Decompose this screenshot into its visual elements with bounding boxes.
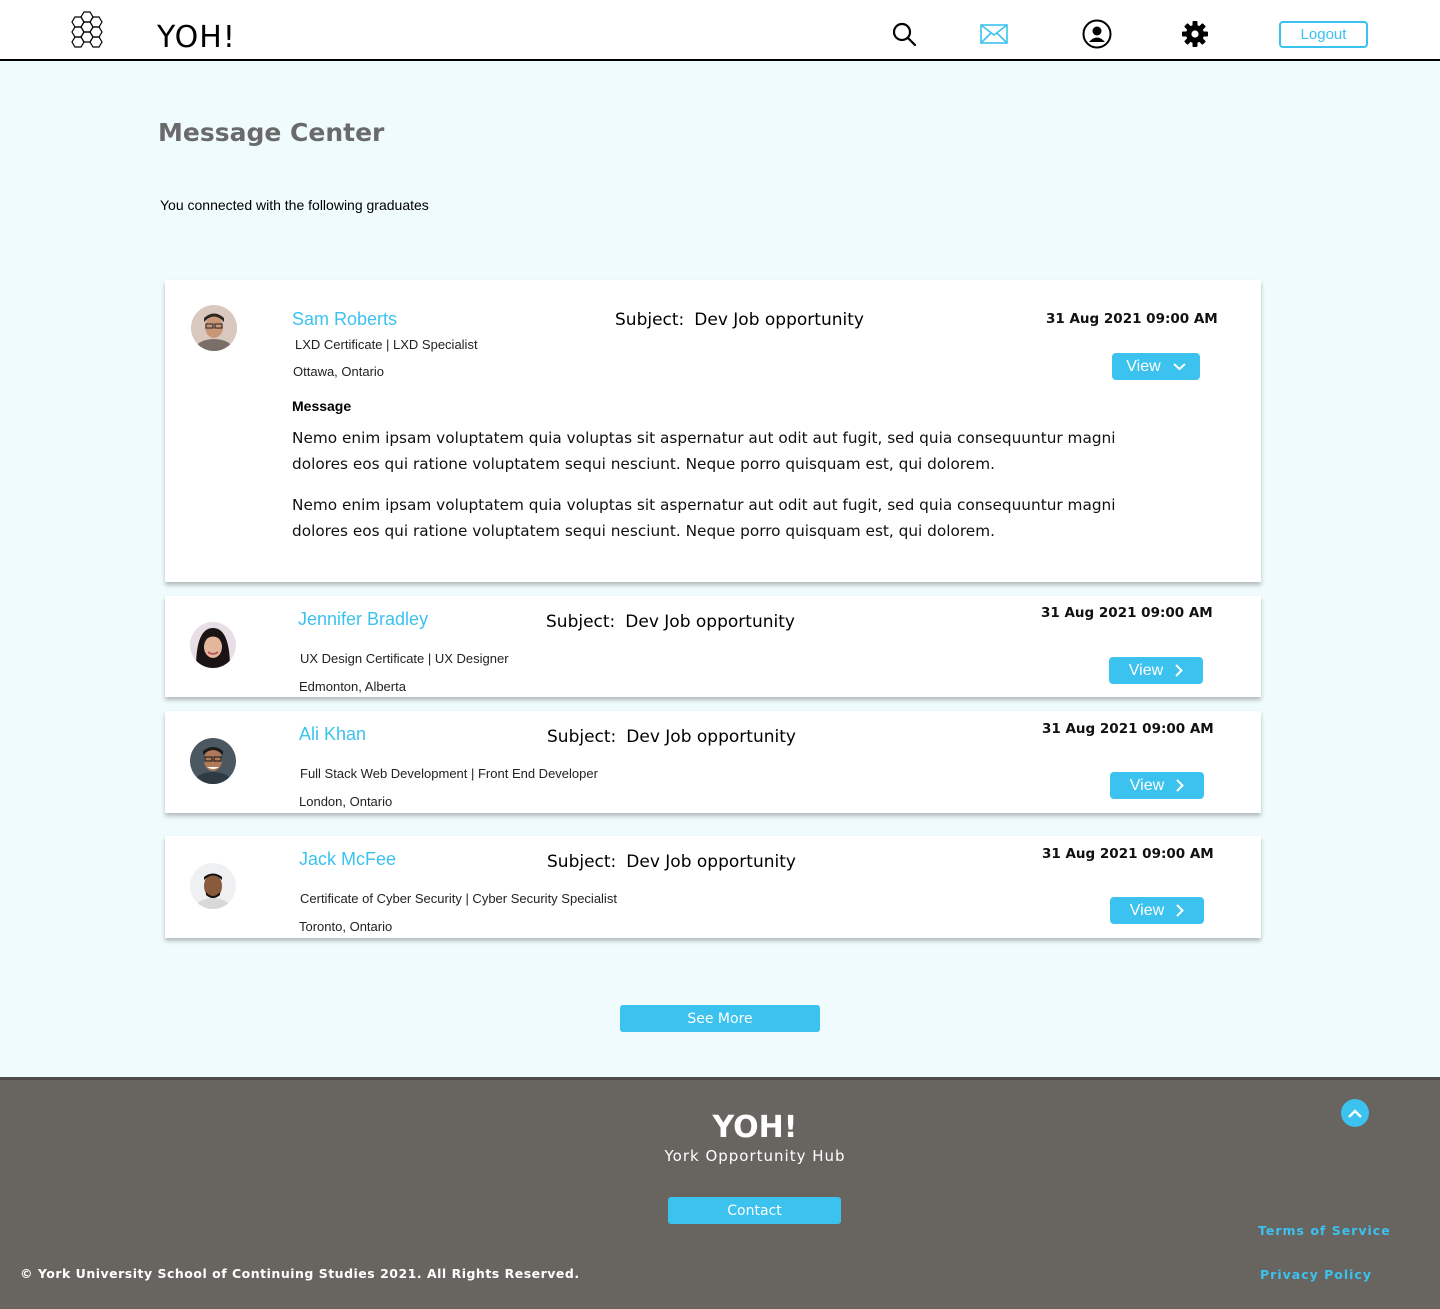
view-label: View <box>1129 776 1165 794</box>
logout-button[interactable]: Logout <box>1279 21 1368 48</box>
sender-location: London, Ontario <box>299 794 393 809</box>
sender-name[interactable]: Jennifer Bradley <box>298 609 428 630</box>
view-label: View <box>1129 901 1165 919</box>
brand-name[interactable]: YOH! <box>157 20 236 55</box>
page-title: Message Center <box>158 118 385 147</box>
chevron-right-icon <box>1176 779 1185 792</box>
see-more-button[interactable]: See More <box>620 1005 820 1032</box>
view-button[interactable]: View <box>1110 897 1204 924</box>
message-paragraph: Nemo enim ipsam voluptatem quia voluptas… <box>292 429 1116 473</box>
avatar <box>190 738 236 784</box>
mail-icon[interactable] <box>978 18 1010 50</box>
message-subject: Subject: Dev Job opportunity <box>615 310 864 330</box>
sender-location: Edmonton, Alberta <box>299 679 406 694</box>
contact-button[interactable]: Contact <box>668 1197 841 1224</box>
view-label: View <box>1126 357 1161 375</box>
sender-location: Toronto, Ontario <box>299 919 393 934</box>
view-label: View <box>1128 661 1164 679</box>
view-button[interactable]: View <box>1109 657 1203 684</box>
subject-label: Subject: <box>547 852 617 872</box>
chevron-up-icon <box>1348 1108 1362 1118</box>
avatar <box>191 305 237 351</box>
subject-text: Dev Job opportunity <box>626 852 796 872</box>
intro-text: You connected with the following graduat… <box>160 197 429 213</box>
message-date: 31 Aug 2021 09:00 AM <box>1042 721 1214 737</box>
search-icon[interactable] <box>888 18 920 50</box>
subject-text: Dev Job opportunity <box>626 727 796 747</box>
message-card: Jennifer Bradley Subject: Dev Job opportu… <box>165 596 1261 697</box>
view-button[interactable]: View <box>1110 772 1204 799</box>
back-to-top-button[interactable] <box>1341 1099 1369 1127</box>
copyright-text: © York University School of Continuing S… <box>20 1266 580 1281</box>
sender-name[interactable]: Jack McFee <box>299 849 396 870</box>
footer-tagline: York Opportunity Hub <box>664 1147 846 1165</box>
subject-text: Dev Job opportunity <box>694 310 864 330</box>
footer: YOH! York Opportunity Hub Contact Terms … <box>0 1077 1440 1309</box>
chevron-right-icon <box>1176 904 1185 917</box>
subject-label: Subject: <box>547 727 617 747</box>
subject-label: Subject: <box>615 310 685 330</box>
message-subject: Subject: Dev Job opportunity <box>547 852 796 872</box>
message-card: Ali Khan Subject: Dev Job opportunity 31 … <box>165 711 1261 813</box>
sender-credentials: Certificate of Cyber Security | Cyber Se… <box>300 891 617 906</box>
footer-brand: YOH! <box>712 1110 798 1145</box>
gear-icon[interactable] <box>1179 18 1211 50</box>
sender-location: Ottawa, Ontario <box>293 364 385 379</box>
sender-name[interactable]: Sam Roberts <box>292 309 397 330</box>
message-card: Sam Roberts LXD Certificate | LXD Specia… <box>165 280 1261 582</box>
sender-credentials: LXD Certificate | LXD Specialist <box>295 337 478 352</box>
message-subject: Subject: Dev Job opportunity <box>547 727 796 747</box>
sender-credentials: Full Stack Web Development | Front End D… <box>300 766 598 781</box>
sender-name[interactable]: Ali Khan <box>299 724 366 745</box>
message-date: 31 Aug 2021 09:00 AM <box>1042 846 1214 862</box>
chevron-down-icon <box>1173 362 1186 370</box>
subject-label: Subject: <box>546 612 616 632</box>
subject-text: Dev Job opportunity <box>625 612 795 632</box>
message-date: 31 Aug 2021 09:00 AM <box>1041 605 1213 621</box>
terms-link[interactable]: Terms of Service <box>1258 1223 1391 1238</box>
view-button[interactable]: View <box>1112 353 1200 380</box>
message-paragraph: Nemo enim ipsam voluptatem quia voluptas… <box>292 496 1116 540</box>
message-date: 31 Aug 2021 09:00 AM <box>1046 311 1218 327</box>
message-card: Jack McFee Subject: Dev Job opportunity 3… <box>165 836 1261 938</box>
chevron-right-icon <box>1175 664 1184 677</box>
avatar <box>190 622 236 668</box>
avatar <box>190 863 236 909</box>
honeycomb-logo-icon[interactable] <box>70 10 110 50</box>
top-navbar: YOH! Logout <box>0 0 1440 61</box>
message-subject: Subject: Dev Job opportunity <box>546 612 795 632</box>
message-heading: Message <box>292 398 352 414</box>
sender-credentials: UX Design Certificate | UX Designer <box>300 651 509 666</box>
user-icon[interactable] <box>1081 18 1113 50</box>
privacy-link[interactable]: Privacy Policy <box>1260 1267 1372 1282</box>
